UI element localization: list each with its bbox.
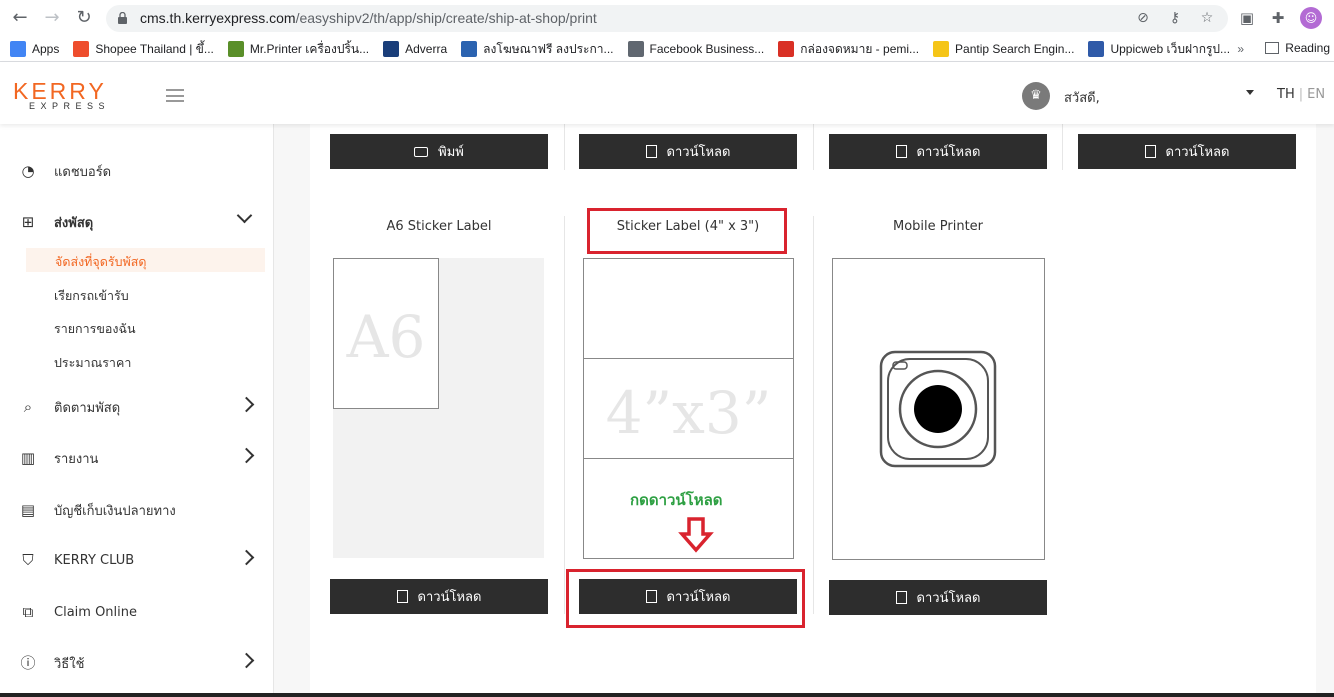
address-bar[interactable]: cms.th.kerryexpress.com/easyshipv2/th/ap… xyxy=(106,5,1228,32)
highlight-box-title xyxy=(587,208,787,254)
bookmarks-bar: Apps Shopee Thailand | ขึ้... Mr.Printer เ… xyxy=(0,37,1334,62)
bookmark-item[interactable]: กล่องจดหมาย - pemi... xyxy=(778,40,919,59)
hamburger-menu-icon[interactable] xyxy=(166,89,184,102)
bookmark-item[interactable]: Apps xyxy=(10,41,59,57)
key-icon[interactable]: ⚷ xyxy=(1166,9,1184,27)
forward-arrow-icon[interactable]: → xyxy=(40,6,64,30)
reading-list-icon xyxy=(1265,42,1280,54)
user-avatar-icon[interactable]: ♛ xyxy=(1022,82,1050,110)
chevron-right-icon xyxy=(238,396,255,413)
printer-icon xyxy=(414,146,429,157)
reading-list-button[interactable]: Reading xyxy=(1265,41,1330,55)
download-mobile-printer-button[interactable]: ดาวน์โหลด xyxy=(829,580,1047,615)
bookmark-item[interactable]: Facebook Business... xyxy=(627,41,764,57)
kerry-logo[interactable]: KERRY EXPRESS xyxy=(13,80,110,112)
bookmark-favicon-icon xyxy=(778,41,795,57)
card-title-a6: A6 Sticker Label xyxy=(386,219,492,234)
pdf-file-icon xyxy=(1144,145,1156,158)
blocked-location-icon[interactable]: ⊘ xyxy=(1134,9,1152,27)
sidebar-item-claim[interactable]: ⧉ Claim Online xyxy=(18,600,258,624)
chevron-down-icon xyxy=(236,207,253,224)
sidebar-item-cod[interactable]: ▤ บัญชีเก็บเงินปลายทาง xyxy=(18,498,258,522)
a6-preview-label: A6 xyxy=(333,258,439,409)
column-divider xyxy=(813,124,814,170)
bookmark-item[interactable]: Mr.Printer เครื่องปริ้น... xyxy=(227,40,369,59)
sidebar-subitem-pickup[interactable]: เรียกรถเข้ารับ xyxy=(54,286,129,306)
bookmark-item[interactable]: Uppicweb เว็บฝากรูป... xyxy=(1088,40,1230,59)
column-divider xyxy=(1062,124,1063,170)
print-button[interactable]: พิมพ์ xyxy=(330,134,548,169)
bookmark-favicon-icon xyxy=(461,41,478,57)
sidebar-item-track[interactable]: ⌕ ติดตามพัสดุ xyxy=(18,395,258,419)
sidebar-subitem-ship-at-shop[interactable]: จัดส่งที่จุดรับพัสดุ xyxy=(26,248,265,272)
taskbar-edge xyxy=(0,693,1334,697)
star-bookmark-icon[interactable]: ☆ xyxy=(1198,9,1216,27)
download-button[interactable]: ดาวน์โหลด xyxy=(829,134,1047,169)
pdf-file-icon xyxy=(645,145,657,158)
bookmark-item[interactable]: ลงโฆษณาฟรี ลงประกา... xyxy=(461,40,614,59)
download-hint-text: กดดาวน์โหลด xyxy=(630,491,723,509)
chevron-right-icon xyxy=(238,447,255,464)
bar-chart-icon: ▥ xyxy=(20,449,36,467)
mobile-printer-icon xyxy=(879,350,997,468)
download-button[interactable]: ดาวน์โหลด xyxy=(579,134,797,169)
down-arrow-annotation-icon xyxy=(678,517,714,553)
package-add-icon: ⊞ xyxy=(21,213,35,231)
profile-avatar-icon[interactable]: ☺ xyxy=(1300,7,1322,29)
reload-icon[interactable]: ↻ xyxy=(72,6,96,30)
bookmark-favicon-icon xyxy=(1088,41,1105,57)
bookmark-favicon-icon xyxy=(627,41,644,57)
claim-box-icon: ⧉ xyxy=(22,603,34,621)
chevron-right-icon xyxy=(238,652,255,669)
bookmark-item[interactable]: Adverra xyxy=(383,41,447,57)
browser-toolbar: ← → ↻ cms.th.kerryexpress.com/easyshipv2… xyxy=(0,0,1334,37)
pdf-file-icon xyxy=(895,145,907,158)
invoice-icon: ▤ xyxy=(20,501,36,519)
bookmark-item[interactable]: Pantip Search Engin... xyxy=(933,41,1074,57)
greeting-text: สวัสดี, xyxy=(1064,91,1100,106)
download-button[interactable]: ดาวน์โหลด xyxy=(1078,134,1296,169)
url-text: cms.th.kerryexpress.com/easyshipv2/th/ap… xyxy=(140,10,597,26)
column-divider xyxy=(813,216,814,614)
user-dropdown-caret-icon[interactable] xyxy=(1246,90,1254,95)
bookmark-favicon-icon xyxy=(383,41,400,57)
pdf-file-icon xyxy=(895,591,907,604)
bookmarks-overflow-button[interactable]: » xyxy=(1237,42,1244,56)
download-a6-button[interactable]: ดาวน์โหลด xyxy=(330,579,548,614)
chevron-right-icon xyxy=(238,549,255,566)
sidebar-subitem-estimate[interactable]: ประมาณราคา xyxy=(54,353,131,373)
bookmark-favicon-icon xyxy=(73,41,90,57)
bookmark-favicon-icon xyxy=(933,41,950,57)
sidebar-item-kerry-club[interactable]: ⛉ KERRY CLUB xyxy=(18,548,258,572)
lang-en-link[interactable]: EN xyxy=(1307,87,1325,102)
apps-grid-icon xyxy=(10,41,26,57)
sidebar-item-ship[interactable]: ⊞ ส่งพัสดุ xyxy=(18,207,258,234)
sidebar-item-report[interactable]: ▥ รายงาน xyxy=(18,446,258,470)
sidebar-subitem-my-list[interactable]: รายการของฉัน xyxy=(54,319,136,339)
4x3-preview-sheet: 4”x3” xyxy=(583,258,794,559)
column-divider xyxy=(564,124,565,170)
sidebar-item-howto[interactable]: ⓘ วิธีใช้ xyxy=(18,651,258,675)
sidebar-item-dashboard[interactable]: ◔ แดชบอร์ด xyxy=(18,159,258,183)
track-package-icon: ⌕ xyxy=(23,398,33,416)
back-arrow-icon[interactable]: ← xyxy=(8,6,32,30)
extensions-puzzle-icon[interactable]: ✚ xyxy=(1267,7,1289,29)
club-badge-icon: ⛉ xyxy=(22,551,34,569)
gauge-icon: ◔ xyxy=(21,162,35,180)
mobile-printer-preview xyxy=(832,258,1045,560)
pdf-file-icon xyxy=(396,590,408,603)
sidebar: ◔ แดชบอร์ด ⊞ ส่งพัสดุ จัดส่งที่จุดรับพัสดุ… xyxy=(0,124,274,697)
column-divider xyxy=(564,216,565,614)
info-icon: ⓘ xyxy=(20,654,36,672)
card-title-mobile-printer: Mobile Printer xyxy=(892,219,984,234)
highlight-box-download xyxy=(566,569,805,628)
line-extension-icon[interactable]: ▣ xyxy=(1236,7,1258,29)
lock-icon xyxy=(118,12,127,24)
bookmark-favicon-icon xyxy=(227,41,244,57)
bookmark-item[interactable]: Shopee Thailand | ขึ้... xyxy=(73,40,214,59)
language-switch: TH | EN xyxy=(1277,87,1326,102)
app-header: KERRY EXPRESS ♛ สวัสดี, TH | EN xyxy=(0,62,1334,124)
lang-th-link[interactable]: TH xyxy=(1277,87,1295,102)
